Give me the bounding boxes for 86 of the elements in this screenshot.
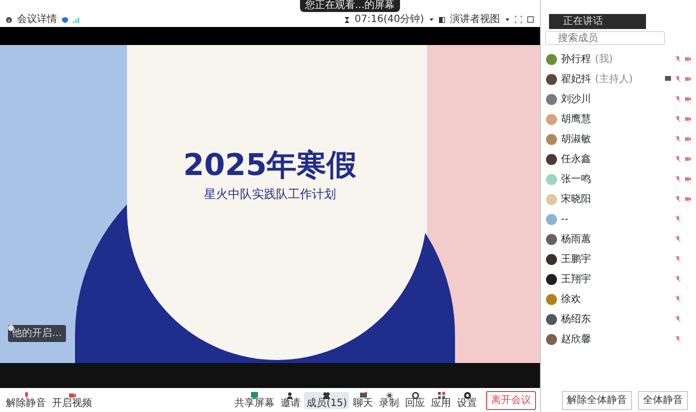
avatar <box>546 274 557 284</box>
member-name: 杨雨蕙 <box>561 232 591 246</box>
members-button[interactable]: 成员(15) <box>304 392 349 408</box>
grid-icon <box>438 392 444 398</box>
meeting-info-link[interactable]: 会议详情 <box>17 12 57 27</box>
member-name: 赵欣馨 <box>561 332 591 346</box>
member-row[interactable]: 胡鹰慧 <box>541 109 696 129</box>
chat-button[interactable]: 聊天 <box>351 392 375 408</box>
member-name: 刘沙川 <box>561 92 591 106</box>
share-overlay[interactable]: 他的开启… <box>8 325 66 342</box>
record-button[interactable]: 录制 <box>377 392 401 408</box>
avatar <box>546 114 557 124</box>
signal-icon <box>73 16 79 22</box>
avatar <box>546 94 557 104</box>
member-row[interactable]: 任永鑫 <box>541 149 696 169</box>
shield-icon <box>62 16 68 22</box>
apps-button[interactable]: 应用 <box>429 392 453 408</box>
member-name: 王鹏宇 <box>561 252 591 266</box>
window-icon[interactable] <box>527 16 534 23</box>
avatar <box>546 174 557 184</box>
member-role: (主持人) <box>595 72 633 86</box>
member-name: 任永鑫 <box>561 152 591 166</box>
member-name: -- <box>561 212 568 226</box>
settings-icon <box>464 392 470 398</box>
avatar <box>546 134 557 144</box>
caret-icon[interactable] <box>429 17 434 22</box>
record-icon <box>386 392 392 398</box>
footer-button[interactable]: 解除全体静音 <box>562 390 632 410</box>
member-row[interactable]: 王鹏宇 <box>541 249 696 269</box>
layout-icon <box>439 16 445 22</box>
member-row[interactable]: 翟妃抖 (主持人) <box>541 69 696 89</box>
settings-button[interactable]: 设置 <box>455 392 479 408</box>
people-icon <box>323 392 330 398</box>
react-button[interactable]: 回应 <box>403 392 427 408</box>
member-row[interactable]: 杨雨蕙 <box>541 229 696 249</box>
overlay-text: 他的开启… <box>12 326 62 341</box>
view-mode-dropdown[interactable]: 演讲者视图 <box>450 12 500 27</box>
member-row[interactable]: 孙行程 (我) <box>541 49 696 69</box>
leave-meeting-button[interactable]: 离开会议 <box>486 390 536 410</box>
avatar <box>546 154 557 164</box>
avatar <box>546 214 557 224</box>
search-field[interactable]: 搜索成员 <box>545 31 665 45</box>
member-row[interactable]: 赵欣馨 <box>541 329 696 349</box>
watching-banner: 您正在观看...的屏幕 <box>300 0 400 12</box>
member-name: 孙行程 <box>561 52 591 66</box>
slide-subtitle: 星火中队实践队工作计划 <box>203 186 337 203</box>
member-row[interactable]: -- <box>541 209 696 229</box>
invite-button[interactable]: 邀请 <box>278 392 302 408</box>
avatar <box>546 254 557 264</box>
hourglass-icon <box>344 16 350 22</box>
member-role: (我) <box>595 52 613 66</box>
fullscreen-icon[interactable] <box>515 16 522 23</box>
member-row[interactable]: 刘沙川 <box>541 89 696 109</box>
avatar <box>546 74 557 84</box>
member-name: 王翔宇 <box>561 272 591 286</box>
chat-icon <box>360 392 366 398</box>
member-row[interactable]: 杨绍东 <box>541 309 696 329</box>
member-name: 宋晓阳 <box>561 192 591 206</box>
share-button[interactable]: 共享屏幕 <box>232 392 276 408</box>
mic-button[interactable]: 解除静音 <box>4 392 48 408</box>
member-row[interactable]: 张一鸣 <box>541 169 696 189</box>
info-icon <box>6 16 12 22</box>
member-row[interactable]: 宋晓阳 <box>541 189 696 209</box>
caret-icon[interactable] <box>505 17 510 22</box>
member-name: 张一鸣 <box>561 172 591 186</box>
reaction-icon <box>412 392 418 398</box>
member-name: 徐欢 <box>561 292 581 306</box>
member-name: 翟妃抖 <box>561 72 591 86</box>
avatar <box>546 194 557 204</box>
member-name: 胡淑敏 <box>561 132 591 146</box>
member-row[interactable]: 胡淑敏 <box>541 129 696 149</box>
member-name: 胡鹰慧 <box>561 112 591 126</box>
member-row[interactable]: 徐欢 <box>541 289 696 309</box>
speaking-indicator: 正在讲话 <box>549 14 646 29</box>
avatar <box>546 294 557 304</box>
avatar <box>546 234 557 244</box>
avatar <box>546 54 557 64</box>
avatar <box>546 334 557 344</box>
member-row[interactable]: 王翔宇 <box>541 269 696 289</box>
footer-button[interactable]: 全体静音 <box>638 390 688 410</box>
screen-icon <box>250 392 258 398</box>
meeting-timer[interactable]: 07:16(40分钟) <box>354 12 424 27</box>
member-name: 杨绍东 <box>561 312 591 326</box>
avatar <box>546 314 557 324</box>
camera-button[interactable]: 开启视频 <box>50 392 94 408</box>
slide-title: 2025年寒假 <box>182 147 358 185</box>
